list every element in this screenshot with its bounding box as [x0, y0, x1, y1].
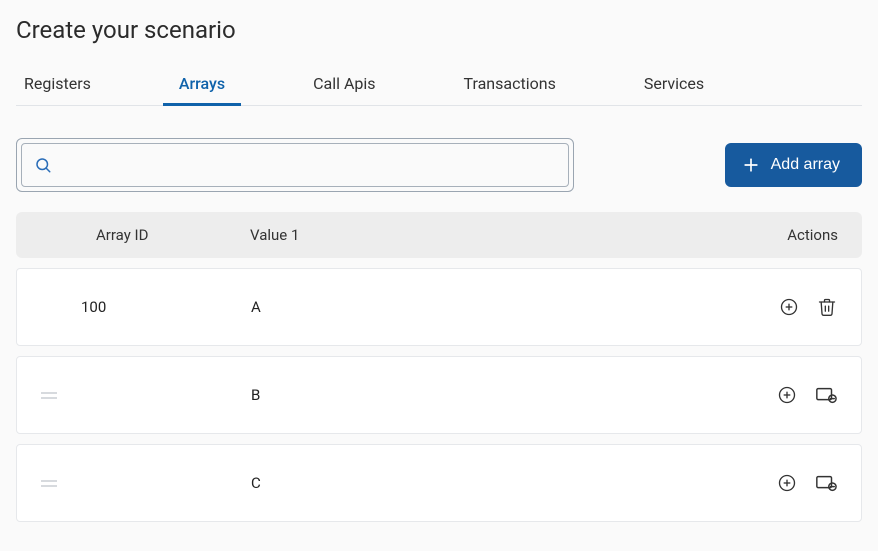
- cell-array-id: 100: [81, 298, 251, 316]
- row-add-button[interactable]: [777, 385, 797, 405]
- search-input[interactable]: [62, 157, 556, 174]
- cell-value: A: [251, 298, 737, 316]
- plus-circle-icon: [777, 473, 797, 493]
- tab-transactions[interactable]: Transactions: [462, 68, 558, 105]
- tabs: Registers Arrays Call Apis Transactions …: [16, 68, 862, 106]
- add-array-label: Add array: [771, 156, 840, 174]
- col-header-id: Array ID: [80, 226, 250, 244]
- table-header: Array ID Value 1 Actions: [16, 212, 862, 258]
- table-row: B: [16, 356, 862, 434]
- unlink-icon: [815, 473, 837, 493]
- row-handle[interactable]: [41, 392, 81, 399]
- col-header-actions: Actions: [738, 226, 838, 244]
- cell-value: B: [251, 386, 737, 404]
- search-wrap: [16, 138, 574, 192]
- search-field[interactable]: [21, 143, 569, 187]
- row-delete-button[interactable]: [817, 297, 837, 317]
- table-row: 100 A: [16, 268, 862, 346]
- row-handle[interactable]: [41, 480, 81, 487]
- search-icon: [34, 156, 52, 174]
- drag-handle-icon: [41, 392, 81, 399]
- tab-registers[interactable]: Registers: [22, 68, 93, 105]
- arrays-table: Array ID Value 1 Actions 100 A B: [16, 212, 862, 522]
- add-array-button[interactable]: Add array: [725, 143, 862, 187]
- drag-handle-icon: [41, 480, 81, 487]
- row-add-button[interactable]: [777, 473, 797, 493]
- row-unlink-button[interactable]: [815, 385, 837, 405]
- table-row: C: [16, 444, 862, 522]
- col-header-value: Value 1: [250, 226, 738, 244]
- plus-icon: [741, 155, 761, 175]
- cell-value: C: [251, 474, 737, 492]
- plus-circle-icon: [777, 385, 797, 405]
- tab-call-apis[interactable]: Call Apis: [311, 68, 377, 105]
- tab-services[interactable]: Services: [642, 68, 706, 105]
- tab-arrays[interactable]: Arrays: [177, 68, 227, 105]
- plus-circle-icon: [779, 297, 799, 317]
- page-title: Create your scenario: [16, 16, 862, 44]
- row-add-button[interactable]: [779, 297, 799, 317]
- trash-icon: [817, 297, 837, 317]
- unlink-icon: [815, 385, 837, 405]
- toolbar: Add array: [16, 138, 862, 192]
- row-unlink-button[interactable]: [815, 473, 837, 493]
